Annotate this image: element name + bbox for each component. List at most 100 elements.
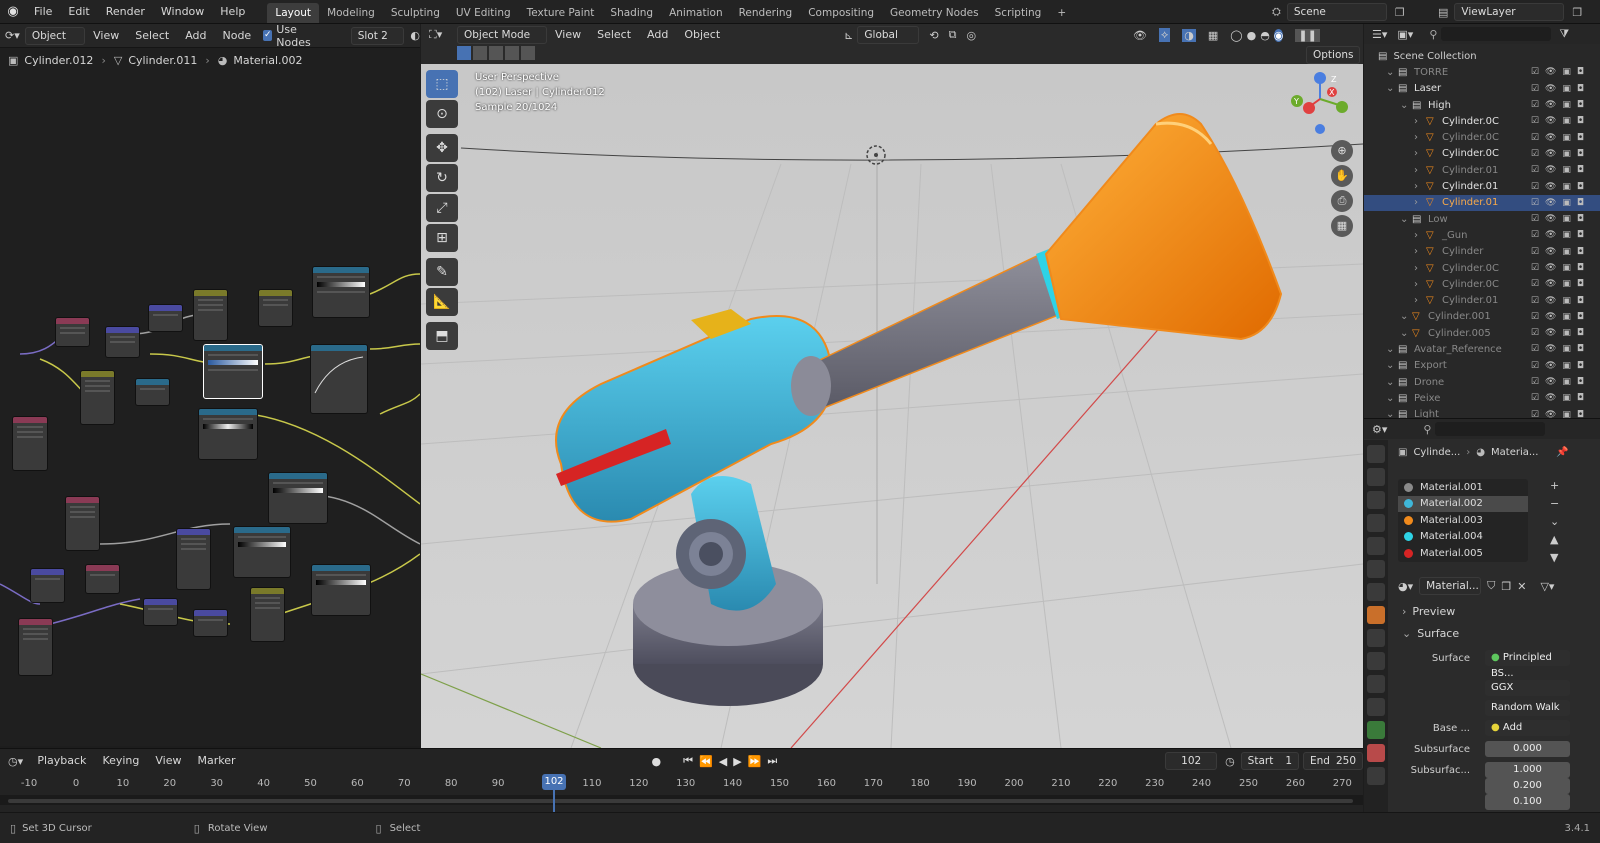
material-name-field[interactable]: Material... [1419,577,1482,595]
tab-modeling[interactable]: Modeling [319,3,383,23]
tool-tab-icon[interactable] [1367,445,1385,463]
outliner-row[interactable]: › ▽ Cylinder.0C ☑👁▣◘ [1364,113,1600,129]
breadcrumb-material[interactable]: Material.002 [233,54,302,67]
visibility-toggle-icon[interactable]: ☑👁▣◘ [1531,361,1590,371]
cursor-tool-icon[interactable]: ⊙ [426,100,458,128]
visibility-toggle-icon[interactable]: ☑👁▣◘ [1531,377,1590,387]
outliner-row[interactable]: › ▽ Cylinder.01 ☑👁▣◘ [1364,162,1600,178]
visibility-toggle-icon[interactable]: ☑👁▣◘ [1531,279,1590,289]
expand-arrow-icon[interactable]: › [1414,116,1418,127]
material-browse-icon[interactable]: ◕▾ [1398,580,1413,593]
outliner-row[interactable]: ⌄ ▤ Laser ☑👁▣◘ [1364,81,1600,97]
scale-tool-icon[interactable]: ⤢ [426,194,458,222]
visibility-toggle-icon[interactable]: ☑👁▣◘ [1531,328,1590,338]
jump-end-icon[interactable]: ⏭ [767,754,777,768]
subsurface-method-select[interactable]: Random Walk [1485,700,1570,716]
expand-arrow-icon[interactable]: › [1414,230,1418,241]
visibility-toggle-icon[interactable]: ☑👁▣◘ [1531,393,1590,403]
outliner-row[interactable]: ⌄ ▤ TORRE ☑👁▣◘ [1364,64,1600,80]
props-breadcrumb-material[interactable]: Materia... [1491,447,1538,458]
outliner-row[interactable]: › ▽ Cylinder ☑👁▣◘ [1364,244,1600,260]
expand-arrow-icon[interactable]: › [1414,197,1418,208]
particles-tab-icon[interactable] [1367,652,1385,670]
selected-color-ramp-node[interactable] [203,344,263,399]
playhead-frame[interactable]: 102 [542,774,566,790]
visibility-toggle-icon[interactable]: ☑👁▣◘ [1531,230,1590,240]
outliner-display-icon[interactable]: ▣▾ [1397,28,1413,41]
visibility-toggle-icon[interactable]: ☑👁▣◘ [1531,247,1590,257]
start-frame-field[interactable]: Start 1 [1240,752,1300,770]
record-icon[interactable]: ● [652,755,662,768]
expand-arrow-icon[interactable]: › [1414,263,1418,274]
vp-menu-view[interactable]: View [547,23,589,47]
grid-view-icon[interactable]: ▦ [1331,215,1353,237]
breadcrumb-mesh[interactable]: Cylinder.011 [128,54,197,67]
clock-icon[interactable]: ◷ [1225,755,1235,768]
select-new-icon[interactable] [457,46,471,60]
select-subtract-icon[interactable] [489,46,503,60]
visibility-toggle-icon[interactable]: ☑👁▣◘ [1531,116,1590,126]
slot-select[interactable]: Slot 2 [350,26,405,45]
remove-slot-icon[interactable]: − [1550,495,1559,513]
view-layer-selector[interactable]: ▤ ViewLayer ❐ [1438,3,1582,21]
move-slot-up-icon[interactable]: ▲ [1550,531,1559,549]
select-intersect-icon[interactable] [521,46,535,60]
surface-panel-header[interactable]: ⌄ Surface [1402,627,1459,640]
transform-orientation-select[interactable]: Global [857,26,920,44]
shader-node[interactable] [30,568,65,603]
color-ramp-node[interactable] [233,526,291,578]
vp-menu-select[interactable]: Select [589,23,639,47]
render-tab-icon[interactable] [1367,468,1385,486]
pin-icon[interactable]: 📌 [1556,447,1568,458]
outliner-scene-collection[interactable]: ▤ Scene Collection [1364,48,1600,64]
outliner-editor-icon[interactable]: ☰▾ [1372,28,1387,41]
prev-keyframe-icon[interactable]: ⏪ [699,755,713,768]
outliner-row[interactable]: › ▽ Cylinder.01 ☑👁▣◘ [1364,194,1600,211]
shader-node-editor[interactable] [0,24,420,746]
base-color-field[interactable]: ● Add [1485,720,1570,736]
modifier-tab-icon[interactable] [1367,629,1385,647]
select-invert-icon[interactable] [505,46,519,60]
filter-icon[interactable]: ⧩ [1559,27,1569,41]
gizmo-toggle-icon[interactable]: ⟡ [1158,28,1171,42]
shader-node[interactable] [176,528,211,590]
menu-edit[interactable]: Edit [60,0,97,24]
tab-texture-paint[interactable]: Texture Paint [519,3,603,23]
timeline-menu-view[interactable]: View [147,749,189,773]
color-ramp-node[interactable] [311,564,371,616]
scene-field[interactable]: Scene [1286,3,1387,21]
move-slot-down-icon[interactable]: ▼ [1550,549,1559,567]
visibility-toggle-icon[interactable]: ☑👁▣◘ [1531,263,1590,273]
use-nodes-checkbox[interactable]: ✓ [263,30,273,41]
subsurface-radius-z[interactable]: 0.100 [1485,794,1570,810]
navigation-gizmo[interactable] [1291,72,1348,134]
expand-arrow-icon[interactable]: › [1414,246,1418,257]
view-layer-field[interactable]: ViewLayer [1454,3,1565,21]
tab-uv-editing[interactable]: UV Editing [448,3,519,23]
shader-node[interactable] [143,598,178,626]
visibility-toggle-icon[interactable]: ☑👁▣◘ [1531,214,1590,224]
proportional-edit-icon[interactable]: ◎ [966,29,976,42]
fake-user-icon[interactable]: ⛉ [1487,579,1495,593]
shader-node[interactable] [65,496,100,551]
curves-node[interactable] [310,344,368,414]
texture-tab-icon[interactable] [1367,767,1385,785]
annotate-tool-icon[interactable]: ✎ [426,258,458,286]
zoom-icon[interactable]: ⊕ [1331,140,1353,162]
duplicate-material-icon[interactable]: ❐ [1501,580,1511,593]
properties-editor-icon[interactable]: ⚙▾ [1372,423,1387,436]
timeline-menu-keying[interactable]: Keying [94,749,147,773]
view-layer-tab-icon[interactable] [1367,514,1385,532]
overlay-toggle-icon[interactable]: ◑ [1182,28,1196,42]
material-slot[interactable]: Material.005 [1398,545,1528,562]
breadcrumb-object[interactable]: Cylinder.012 [24,54,93,67]
visibility-toggle-icon[interactable]: ☑👁▣◘ [1531,344,1590,354]
material-tab-icon[interactable] [1367,744,1385,762]
select-box-tool-icon[interactable]: ⬚ [426,70,458,98]
color-ramp-node[interactable] [268,472,328,524]
3d-cursor[interactable] [866,145,886,165]
tab-rendering[interactable]: Rendering [731,3,801,23]
material-slot[interactable]: Material.002 [1398,495,1528,512]
expand-arrow-icon[interactable]: › [1414,181,1418,192]
expand-arrow-icon[interactable]: ⌄ [1386,393,1394,404]
